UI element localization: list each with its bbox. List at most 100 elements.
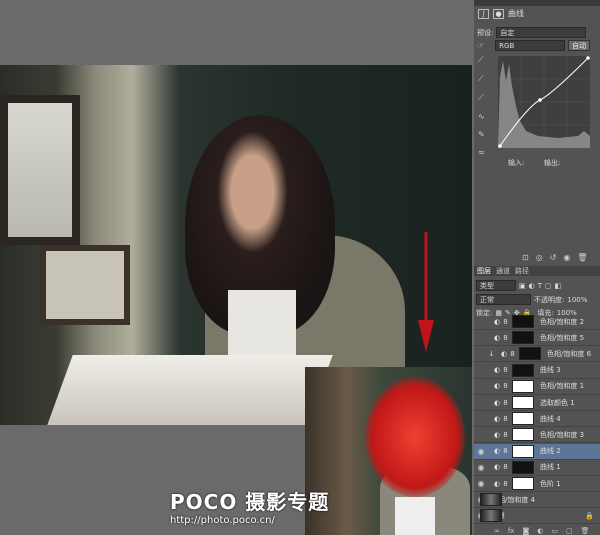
- mask-thumbnail[interactable]: [512, 412, 534, 426]
- chain-link-icon[interactable]: 8: [502, 382, 509, 390]
- mask-thumbnail[interactable]: [519, 347, 541, 361]
- group-icon[interactable]: ▭: [551, 527, 558, 535]
- layer-row[interactable]: ◐ 8 色相/饱和度 2: [474, 314, 600, 330]
- properties-header: ∫ ● 曲线: [478, 8, 524, 19]
- mask-thumbnail[interactable]: [512, 331, 534, 345]
- lock-icon: 🔒: [585, 511, 594, 520]
- layer-row[interactable]: ◉ ◐ 8 色阶 1: [474, 476, 600, 492]
- add-mask-icon[interactable]: ◙: [522, 527, 529, 535]
- mask-thumbnail[interactable]: [512, 444, 534, 458]
- filter-kind-select[interactable]: 类型: [476, 280, 516, 291]
- layer-thumbnail[interactable]: [480, 493, 502, 507]
- curve-point-icon[interactable]: ∿: [478, 112, 485, 121]
- curve-tools: ⟋ ⟋ ⟋ ∿ ✎ ≈: [478, 55, 485, 157]
- chain-link-icon[interactable]: 8: [502, 366, 509, 374]
- layer-row[interactable]: ◉背景🔒: [474, 508, 600, 525]
- link-icon[interactable]: ∞: [494, 527, 500, 535]
- adjustment-layer-icon: ◐: [493, 398, 501, 407]
- chain-link-icon[interactable]: 8: [502, 463, 509, 471]
- layer-thumbnail[interactable]: [480, 509, 502, 523]
- input-label: 输入:: [508, 159, 525, 167]
- chain-link-icon[interactable]: 8: [502, 480, 509, 488]
- chain-link-icon[interactable]: 8: [502, 431, 509, 439]
- right-panel: ∫ ● 曲线 预设: 自定 ☞ RGB 自动 ⟋ ⟋ ⟋ ∿ ✎ ≈ 输入: 输…: [474, 0, 600, 535]
- eyedropper-white-icon[interactable]: ⟋: [478, 93, 485, 103]
- mask-icon[interactable]: ●: [493, 8, 504, 19]
- table: [47, 355, 333, 425]
- mask-thumbnail[interactable]: [512, 363, 534, 377]
- adjustment-layer-icon: ◐: [493, 333, 501, 342]
- layer-name: 色相/饱和度 5: [540, 333, 585, 342]
- book: [395, 497, 435, 535]
- channel-row: ☞ RGB 自动: [477, 40, 591, 51]
- adjustment-layer-icon: ◐: [493, 447, 501, 456]
- layer-row[interactable]: ◐ 8 色相/饱和度 5: [474, 330, 600, 347]
- chain-link-icon[interactable]: 8: [509, 350, 516, 358]
- layer-row[interactable]: ◉色相/饱和度 4: [474, 492, 600, 509]
- adjustment-layer-icon: ◐: [493, 414, 501, 423]
- adjustment-icon[interactable]: ◐: [537, 527, 543, 535]
- smooth-icon[interactable]: ≈: [478, 148, 485, 157]
- clip-icon[interactable]: ⊡: [522, 253, 529, 262]
- reset-icon[interactable]: ↺: [550, 253, 557, 262]
- clip-arrow-icon: ↓: [488, 349, 495, 358]
- layer-row[interactable]: ◐ 8 色相/饱和度 3: [474, 427, 600, 444]
- trash-icon[interactable]: 🗑: [577, 253, 587, 262]
- opacity-value[interactable]: 100%: [567, 296, 587, 304]
- panel-tabs-strip: [474, 0, 600, 6]
- curves-graph[interactable]: [498, 56, 590, 148]
- auto-button[interactable]: 自动: [568, 40, 591, 51]
- layers-footer: ∞ fx ◙ ◐ ▭ ▢ 🗑: [494, 527, 590, 535]
- tab-layers[interactable]: 图层: [477, 266, 491, 276]
- channel-select[interactable]: RGB: [495, 40, 566, 51]
- layer-row[interactable]: ◐ 8 色相/饱和度 1: [474, 379, 600, 395]
- pencil-icon[interactable]: ✎: [478, 130, 485, 139]
- adjustment-layer-icon: ◐: [493, 382, 501, 391]
- layer-row[interactable]: ◉ ◐ 8 曲线 2: [474, 443, 600, 460]
- adjustment-layer-icon: ◐: [493, 463, 501, 472]
- mask-thumbnail[interactable]: [512, 460, 534, 474]
- preset-select[interactable]: 自定: [496, 27, 587, 38]
- target-adjust-icon[interactable]: ☞: [477, 41, 484, 50]
- filter-icons[interactable]: ▣◐T▢◧: [519, 282, 564, 290]
- layer-row[interactable]: ◐ 8 选取颜色 1: [474, 395, 600, 411]
- eye-icon[interactable]: ◉: [474, 463, 488, 472]
- new-layer-icon[interactable]: ▢: [566, 527, 573, 535]
- mask-thumbnail[interactable]: [512, 315, 534, 328]
- eye-icon[interactable]: ◉: [474, 479, 488, 488]
- mask-thumbnail[interactable]: [512, 428, 534, 442]
- chain-link-icon[interactable]: 8: [502, 399, 509, 407]
- tab-channels[interactable]: 通道: [496, 266, 510, 276]
- mask-thumbnail[interactable]: [512, 396, 534, 409]
- chain-link-icon[interactable]: 8: [502, 334, 509, 342]
- chain-link-icon[interactable]: 8: [502, 415, 509, 423]
- fx-icon[interactable]: fx: [508, 527, 515, 535]
- layer-row[interactable]: ◐ 8 曲线 4: [474, 411, 600, 428]
- red-arrow-icon: [418, 232, 434, 352]
- properties-title: 曲线: [508, 9, 524, 18]
- eyedropper-black-icon[interactable]: ⟋: [478, 55, 485, 65]
- chain-link-icon[interactable]: 8: [502, 318, 509, 326]
- layer-name: 曲线 3: [540, 366, 561, 375]
- output-label: 输出:: [544, 159, 561, 167]
- layer-row[interactable]: ↓ ◐ 8 色相/饱和度 6: [474, 346, 600, 363]
- layer-name: 色相/饱和度 1: [540, 382, 585, 391]
- mask-preview-photo: [305, 367, 472, 535]
- visibility-icon[interactable]: ◉: [563, 253, 570, 262]
- eye-icon[interactable]: ◉: [474, 447, 488, 456]
- blend-mode-select[interactable]: 正常: [476, 294, 531, 305]
- tab-paths[interactable]: 路径: [515, 266, 529, 276]
- layer-row[interactable]: ◉ ◐ 8 曲线 1: [474, 460, 600, 476]
- mask-thumbnail[interactable]: [512, 477, 534, 490]
- mask-thumbnail[interactable]: [512, 379, 534, 393]
- adjustment-layer-icon: ◐: [493, 479, 501, 488]
- eyedropper-gray-icon[interactable]: ⟋: [478, 74, 485, 84]
- watermark-url: http://photo.poco.cn/: [170, 515, 275, 526]
- properties-footer: ⊡ ◎ ↺ ◉ 🗑: [522, 253, 588, 262]
- layer-name: 选取颜色 1: [540, 398, 575, 407]
- chain-link-icon[interactable]: 8: [502, 447, 509, 455]
- layer-row[interactable]: ◐ 8 曲线 3: [474, 363, 600, 379]
- view-previous-icon[interactable]: ◎: [536, 253, 543, 262]
- trash-icon[interactable]: 🗑: [581, 527, 590, 535]
- adjustment-layer-icon: ◐: [493, 430, 501, 439]
